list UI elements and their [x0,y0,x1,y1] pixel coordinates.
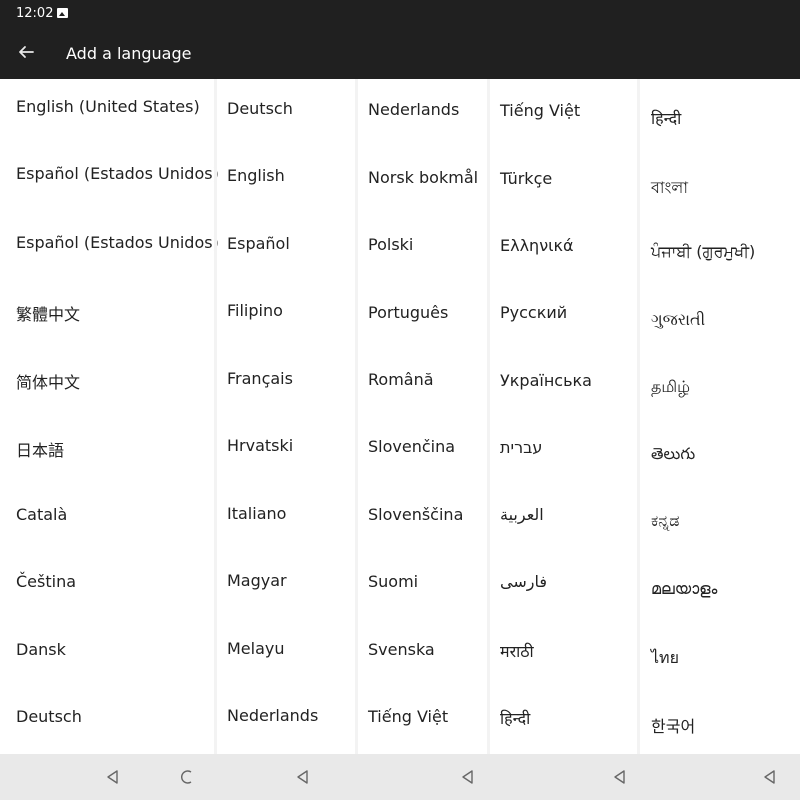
column-divider [487,79,490,754]
language-item[interactable]: Nederlands [227,706,318,725]
language-item[interactable]: Dansk [16,640,66,659]
column-divider [355,79,358,754]
status-bar: 12:02 [0,0,800,30]
back-triangle-icon [462,770,473,784]
language-item[interactable]: Español [227,234,290,253]
column-divider [637,79,640,754]
status-time: 12:02 [16,6,54,21]
language-item[interactable]: Filipino [227,301,283,320]
nav-back-button[interactable] [456,765,480,789]
language-item[interactable]: Magyar [227,571,287,590]
language-column-3: Nederlands Norsk bokmål Polski Português… [368,79,486,754]
language-item[interactable]: Deutsch [16,707,82,726]
language-column-1: English (United States) Español (Estados… [16,79,219,754]
language-item[interactable]: 日本語 [16,437,64,461]
language-item[interactable]: Svenska [368,640,435,659]
language-item[interactable]: ਪੰਜਾਬੀ (ਗੁਰਮੁਖੀ) [651,242,755,262]
arrow-left-icon [19,46,34,58]
language-item[interactable]: Melayu [227,639,285,658]
language-item[interactable]: Norsk bokmål [368,168,478,187]
app-bar: Add a language [0,30,800,79]
language-item[interactable]: فارسی [500,572,547,591]
nav-back-button[interactable] [758,765,782,789]
language-item[interactable]: Suomi [368,572,418,591]
language-item[interactable]: 繁體中文 [16,301,80,325]
language-item[interactable]: Română [368,370,434,389]
language-item[interactable]: 한국어 [651,713,695,737]
language-item[interactable]: हिन्दी [651,107,681,129]
back-button[interactable] [10,36,42,68]
back-triangle-icon [614,770,625,784]
partial-circle-icon [181,770,192,784]
language-item[interactable]: Türkçe [500,169,552,188]
language-item[interactable]: Hrvatski [227,436,293,455]
language-column-4: Tiếng Việt Türkçe Ελληνικά Русский Украї… [500,79,634,754]
language-item[interactable]: मराठी [500,640,534,662]
language-item[interactable]: Polski [368,235,413,254]
language-item[interactable]: Deutsch [227,99,293,118]
language-column-5: हिन्दी বাংলা ਪੰਜਾਬੀ (ਗੁਰਮੁਖੀ) ગુજરાતી தம… [651,79,791,754]
language-item[interactable]: Tiếng Việt [368,707,448,726]
language-item[interactable]: Slovenčina [368,437,455,456]
language-item[interactable]: Ελληνικά [500,236,574,255]
nav-home-button[interactable] [176,765,200,789]
image-icon [57,8,68,18]
language-item[interactable]: Português [368,303,448,322]
language-item[interactable]: Tiếng Việt [500,101,580,120]
language-item[interactable]: Català [16,505,67,524]
language-list[interactable]: English (United States) Español (Estados… [0,79,800,754]
nav-back-button[interactable] [101,765,125,789]
language-item[interactable]: 简体中文 [16,369,80,393]
language-item[interactable]: हिन्दी [500,707,530,729]
column-divider [214,79,217,754]
language-item[interactable]: Español (Estados Unidos) [16,233,219,252]
language-column-2: Deutsch English Español Filipino Françai… [227,79,353,754]
back-triangle-icon [107,770,118,784]
nav-back-button[interactable] [608,765,632,789]
language-item[interactable]: العربية [500,505,544,524]
language-item[interactable]: Čeština [16,572,76,591]
navigation-bar [0,754,800,800]
language-item[interactable]: English [227,166,285,185]
language-item[interactable]: മലയാളം [651,579,717,599]
language-item[interactable]: ಕನ್ನಡ [651,511,679,531]
language-item[interactable]: ไทย [651,646,679,671]
back-triangle-icon [297,770,308,784]
language-item[interactable]: தமிழ் [651,377,690,398]
back-triangle-icon [764,770,775,784]
language-item[interactable]: Italiano [227,504,286,523]
language-item[interactable]: Español (Estados Unidos) [16,164,219,183]
language-item[interactable]: Nederlands [368,100,459,119]
nav-back-button[interactable] [291,765,315,789]
language-item[interactable]: తెలుగు [651,444,695,467]
page-title: Add a language [66,44,192,63]
language-item[interactable]: ગુજરાતી [651,310,705,330]
language-item[interactable]: Українська [500,371,592,390]
language-item[interactable]: Slovenščina [368,505,463,524]
language-item[interactable]: Русский [500,303,567,322]
language-item[interactable]: Français [227,369,293,388]
language-item[interactable]: বাংলা [651,175,688,202]
language-item[interactable]: עברית [500,438,542,457]
language-item[interactable]: English (United States) [16,97,200,116]
